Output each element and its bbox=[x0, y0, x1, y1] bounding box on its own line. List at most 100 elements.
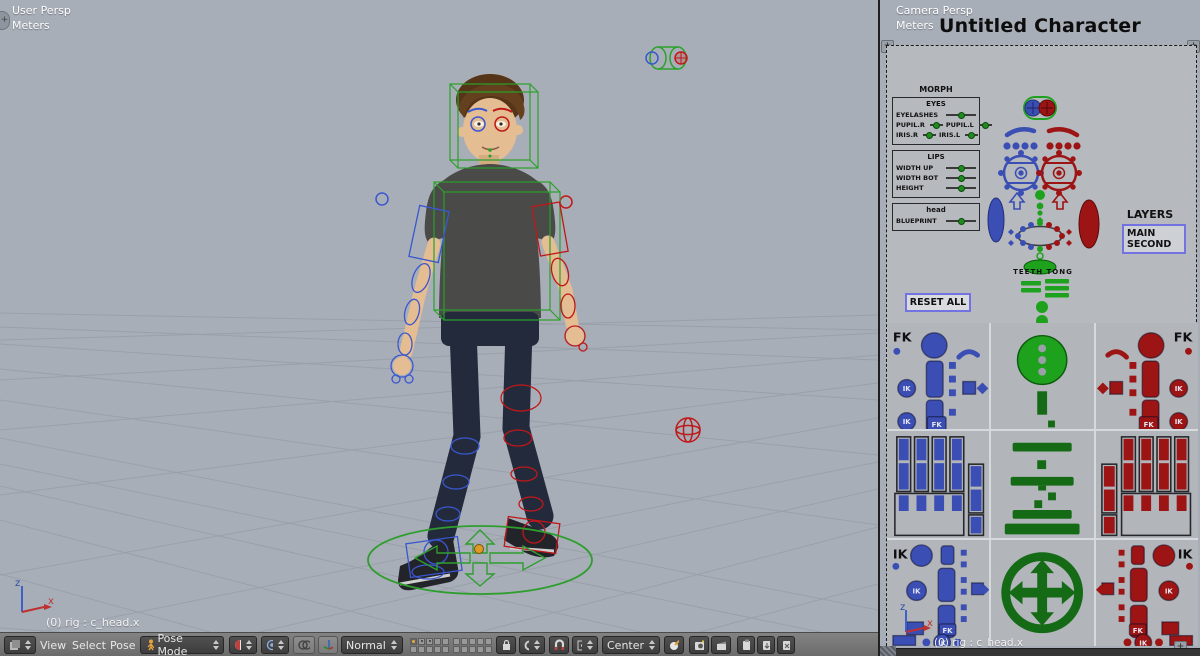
resize-grip[interactable] bbox=[880, 646, 896, 656]
width-bot-slider[interactable] bbox=[946, 177, 976, 179]
snap-peel-button[interactable] bbox=[664, 636, 684, 654]
snap-align-icon bbox=[669, 639, 679, 651]
brow-dots-right[interactable] bbox=[1003, 142, 1037, 149]
iris-l-slider[interactable] bbox=[965, 134, 978, 136]
lock-to-scene-button[interactable] bbox=[496, 636, 516, 654]
eyes-box: EYES EYELASHES PUPIL.R PUPIL.L IRIS.R bbox=[892, 97, 980, 145]
morph-title: MORPH bbox=[892, 85, 980, 94]
iris-l-label: IRIS.L bbox=[939, 131, 960, 139]
active-object-info: (0) rig : c_head.x bbox=[46, 616, 139, 629]
pupil-r-slider[interactable] bbox=[930, 124, 943, 126]
cell-hand-right[interactable] bbox=[887, 431, 989, 537]
viewport-header: View Select Pose Pose Mode bbox=[0, 632, 878, 656]
shading-sphere-icon bbox=[234, 639, 241, 651]
svg-text:IK: IK bbox=[903, 418, 912, 426]
mouth-dots-mid[interactable] bbox=[1037, 220, 1043, 252]
cell-head[interactable] bbox=[991, 323, 1093, 429]
mode-dropdown[interactable]: Pose Mode bbox=[140, 636, 224, 654]
height-label: HEIGHT bbox=[896, 184, 924, 192]
svg-text:IK: IK bbox=[1139, 639, 1148, 646]
units-label: Meters bbox=[896, 19, 934, 32]
eye-target-control[interactable] bbox=[646, 47, 687, 69]
manipulate-center-points-toggle[interactable] bbox=[293, 636, 315, 654]
mouth-dots-right[interactable] bbox=[1008, 222, 1034, 250]
svg-text:FK: FK bbox=[932, 421, 943, 429]
cell-root[interactable] bbox=[991, 540, 1093, 646]
pivot-point-dropdown[interactable] bbox=[261, 636, 289, 654]
menu-pose[interactable]: Pose bbox=[110, 639, 135, 652]
cell-leg-ik-left[interactable]: IK IK FK IK bbox=[1096, 540, 1198, 646]
pupil-r-label: PUPIL.R bbox=[896, 121, 925, 129]
layer-main-button[interactable]: MAIN bbox=[1127, 228, 1181, 239]
svg-text:x: x bbox=[927, 618, 933, 629]
axis-gizmo: z x bbox=[896, 600, 936, 638]
viewport-3d[interactable]: User Persp Meters + z x (0) rig : c_head… bbox=[0, 0, 880, 656]
blueprint-slider[interactable] bbox=[946, 220, 976, 222]
svg-text:IK: IK bbox=[913, 587, 922, 595]
width-up-slider[interactable] bbox=[946, 167, 976, 169]
snap-element-icon bbox=[577, 640, 582, 651]
iris-r-label: IRIS.R bbox=[896, 131, 918, 139]
copy-pose-icon bbox=[742, 639, 750, 651]
proportional-edit-dropdown[interactable] bbox=[519, 636, 545, 654]
menu-view[interactable]: View bbox=[40, 639, 66, 652]
ear-control-right[interactable] bbox=[988, 198, 1004, 242]
layer-second-button[interactable]: SECOND bbox=[1127, 239, 1181, 250]
svg-text:IK: IK bbox=[903, 385, 912, 393]
copy-pose-button[interactable] bbox=[737, 636, 755, 654]
character-mesh[interactable] bbox=[393, 74, 584, 590]
view-name-label: User Persp bbox=[12, 4, 71, 17]
svg-text:z: z bbox=[900, 602, 905, 613]
viewport-shading-dropdown[interactable] bbox=[229, 636, 257, 654]
cell-arm-fk-left[interactable]: FK IK IK FK bbox=[1096, 323, 1198, 429]
height-slider[interactable] bbox=[946, 187, 976, 189]
root-platform-control[interactable] bbox=[368, 526, 592, 594]
ear-control-left[interactable] bbox=[1079, 200, 1099, 248]
opengl-render-anim-button[interactable] bbox=[711, 636, 731, 654]
teeth-tongue-controls[interactable] bbox=[1015, 279, 1075, 323]
jaw-stem-control[interactable] bbox=[1037, 253, 1043, 259]
layer-grid-2[interactable] bbox=[453, 638, 492, 653]
manipulator-toggle[interactable] bbox=[318, 636, 338, 654]
mouth-dots-left[interactable] bbox=[1046, 222, 1072, 250]
opengl-render-image-button[interactable] bbox=[689, 636, 709, 654]
brow-picker-left[interactable] bbox=[1049, 129, 1077, 135]
svg-text:FK: FK bbox=[1173, 331, 1193, 346]
svg-text:FK: FK bbox=[942, 627, 953, 635]
paste-pose-button[interactable] bbox=[757, 636, 775, 654]
cell-arm-fk-right[interactable]: FK IK IK FK bbox=[887, 323, 989, 429]
pole-target-control[interactable] bbox=[676, 418, 700, 442]
brow-picker-right[interactable] bbox=[1007, 129, 1034, 135]
transform-orientation-dropdown[interactable]: Normal bbox=[341, 636, 403, 654]
shoulder-control-right[interactable] bbox=[376, 193, 388, 205]
brow-dots-left[interactable] bbox=[1046, 142, 1080, 149]
menu-select[interactable]: Select bbox=[72, 639, 106, 652]
pose-mode-icon bbox=[145, 639, 154, 651]
cell-spine[interactable] bbox=[991, 431, 1093, 537]
blueprint-label: BLUEPRINT bbox=[896, 217, 937, 225]
cell-hand-left[interactable] bbox=[1096, 431, 1198, 537]
reset-all-button[interactable]: RESET ALL bbox=[905, 293, 971, 312]
nose-controls[interactable] bbox=[1035, 190, 1045, 224]
character-title: Untitled Character bbox=[935, 15, 1145, 37]
paste-flipped-pose-button[interactable] bbox=[777, 636, 795, 654]
origin-point bbox=[475, 545, 484, 554]
editor-type-button[interactable] bbox=[4, 636, 36, 654]
clapperboard-icon bbox=[716, 640, 726, 651]
snap-toggle[interactable] bbox=[549, 636, 569, 654]
layer-grid-1[interactable] bbox=[410, 638, 449, 653]
layers-box: MAIN SECOND bbox=[1122, 224, 1186, 254]
picker-viewport[interactable]: Camera Persp Meters Untitled Character +… bbox=[880, 0, 1200, 656]
eye-picker-left[interactable] bbox=[1037, 151, 1082, 196]
layers-title: LAYERS bbox=[1115, 208, 1185, 221]
eyelashes-slider[interactable] bbox=[946, 114, 976, 116]
3d-scene[interactable] bbox=[0, 0, 878, 632]
shoulder-control-left[interactable] bbox=[560, 196, 572, 208]
layer-selector[interactable] bbox=[410, 636, 492, 654]
snap-element-dropdown[interactable] bbox=[572, 636, 598, 654]
picker-header-strip bbox=[880, 648, 1200, 656]
editor-type-spinner[interactable] bbox=[25, 640, 31, 650]
svg-text:IK: IK bbox=[1174, 385, 1183, 393]
iris-r-slider[interactable] bbox=[923, 134, 936, 136]
snap-target-dropdown[interactable]: Center bbox=[602, 636, 660, 654]
